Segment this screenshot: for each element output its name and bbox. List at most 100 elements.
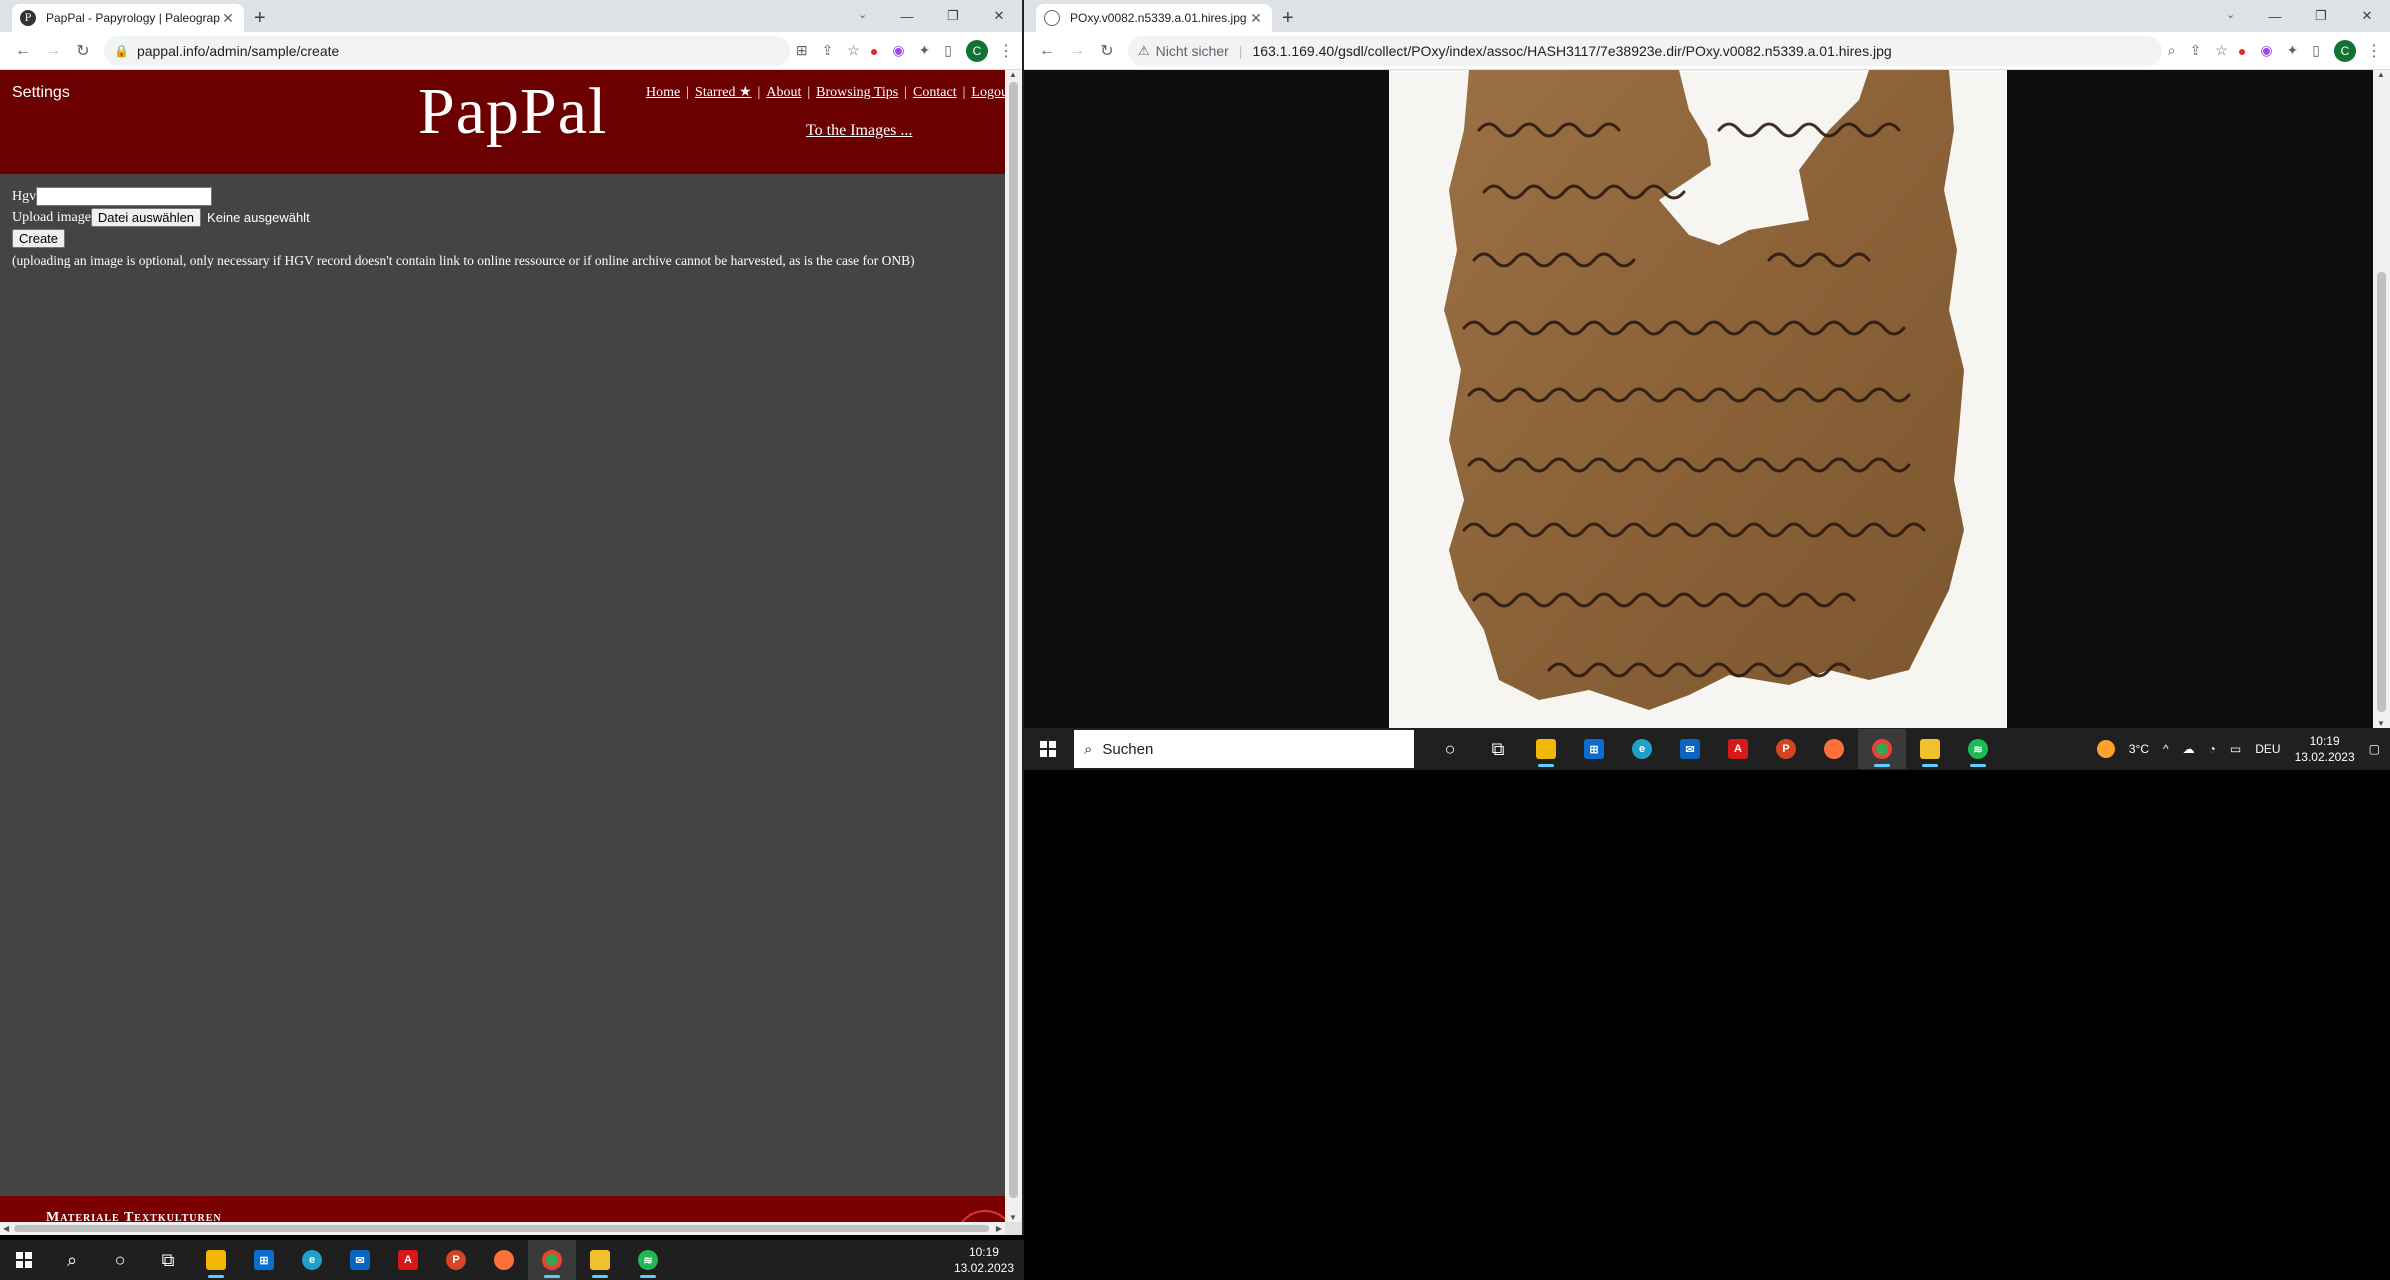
firefox-icon[interactable] (1810, 729, 1858, 769)
tab-search-chevron-icon[interactable]: ⌄ (2226, 8, 2235, 21)
share-icon[interactable]: ⇪ (2190, 42, 2202, 59)
acrobat-icon[interactable]: A (384, 1240, 432, 1280)
menu-kebab-icon[interactable]: ⋮ (998, 41, 1014, 61)
settings-link[interactable]: Settings (12, 84, 70, 102)
start-button[interactable] (1024, 729, 1072, 769)
warning-icon[interactable]: ⚠ (1138, 43, 1150, 59)
restore-icon[interactable]: ❐ (930, 8, 976, 24)
powerpoint-icon[interactable]: P (1762, 729, 1810, 769)
nav-contact[interactable]: Contact (913, 85, 957, 100)
bookmark-star-icon[interactable]: ☆ (2215, 42, 2228, 59)
start-button[interactable] (0, 1240, 48, 1280)
side-panel-icon[interactable]: ▯ (2312, 42, 2320, 59)
tab-image[interactable]: POxy.v0082.n5339.a.01.hires.jpg ✕ (1036, 4, 1272, 32)
nav-logout[interactable]: Logou (971, 85, 1005, 100)
minimize-icon[interactable]: — (884, 9, 930, 24)
language-indicator[interactable]: DEU (2255, 742, 2280, 756)
restore-icon[interactable]: ❐ (2298, 8, 2344, 24)
vertical-scrollbar[interactable]: ▲ ▼ (2373, 70, 2390, 728)
address-bar[interactable]: ⚠ Nicht sicher | 163.1.169.40/gsdl/colle… (1128, 35, 2162, 66)
to-the-images-link[interactable]: To the Images ... (806, 122, 912, 140)
nav-browsing-tips[interactable]: Browsing Tips (816, 85, 898, 100)
cortana-icon[interactable]: ○ (96, 1240, 144, 1280)
task-view-icon[interactable]: ⧉ (1474, 729, 1522, 769)
clock[interactable]: 10:19 13.02.2023 (954, 1244, 1014, 1276)
close-tab-icon[interactable]: ✕ (220, 10, 236, 27)
nav-home[interactable]: Home (646, 85, 680, 100)
site-logo[interactable]: PapPal (418, 74, 607, 150)
forward-arrow-icon[interactable]: → (38, 42, 68, 60)
scroll-up-arrow-icon[interactable]: ▲ (2377, 70, 2385, 79)
new-tab-button[interactable]: + (254, 4, 266, 32)
cortana-icon[interactable]: ○ (1426, 729, 1474, 769)
hgv-input[interactable] (36, 187, 213, 206)
close-window-icon[interactable]: ✕ (976, 8, 1022, 24)
nav-starred[interactable]: Starred ★ (695, 85, 751, 100)
nav-about[interactable]: About (766, 85, 801, 100)
network-icon[interactable]: ◔ (2209, 742, 2216, 756)
minimize-icon[interactable]: — (2252, 9, 2298, 24)
battery-icon[interactable]: ▭ (2230, 742, 2241, 756)
tab-search-chevron-icon[interactable]: ⌄ (858, 8, 867, 21)
firefox-icon[interactable] (480, 1240, 528, 1280)
acrobat-icon[interactable]: A (1714, 729, 1762, 769)
reload-icon[interactable]: ↻ (1092, 41, 1122, 61)
papyrus-image[interactable] (1389, 70, 2007, 728)
reload-icon[interactable]: ↻ (68, 41, 98, 61)
file-explorer-icon[interactable] (192, 1240, 240, 1280)
back-arrow-icon[interactable]: ← (1032, 42, 1062, 60)
spotify-icon[interactable]: ≋ (1954, 729, 2002, 769)
mail-icon[interactable]: ✉ (336, 1240, 384, 1280)
scroll-up-arrow-icon[interactable]: ▲ (1009, 70, 1017, 79)
clock[interactable]: 10:19 13.02.2023 (2295, 733, 2355, 765)
create-button[interactable]: Create (12, 229, 66, 248)
onedrive-icon[interactable]: ☁ (2183, 742, 2195, 756)
extension-red-icon[interactable]: ● (870, 43, 878, 59)
file-explorer-icon[interactable] (1522, 729, 1570, 769)
chrome-icon[interactable] (528, 1240, 576, 1280)
store-icon[interactable]: ⊞ (1570, 729, 1618, 769)
not-secure-label[interactable]: Nicht sicher (1156, 43, 1229, 59)
file-manager-icon[interactable] (576, 1240, 624, 1280)
extension-red-icon[interactable]: ● (2238, 43, 2246, 59)
chrome-icon[interactable] (1858, 729, 1906, 769)
taskbar-search[interactable]: ⌕ Suchen (1074, 730, 1414, 768)
extensions-puzzle-icon[interactable]: ✦ (919, 42, 931, 59)
extension-purple-icon[interactable]: ◉ (892, 42, 904, 59)
translate-icon[interactable]: ⊞ (796, 42, 808, 59)
scroll-down-arrow-icon[interactable]: ▼ (1009, 1213, 1017, 1222)
edge-icon[interactable]: e (288, 1240, 336, 1280)
scroll-left-arrow-icon[interactable]: ◀ (3, 1224, 9, 1233)
bookmark-star-icon[interactable]: ☆ (847, 42, 860, 59)
choose-file-button[interactable]: Datei auswählen (90, 208, 202, 227)
scrollbar-thumb[interactable] (1009, 82, 1018, 1198)
scrollbar-thumb[interactable] (14, 1225, 989, 1232)
task-view-icon[interactable]: ⧉ (144, 1240, 192, 1280)
side-panel-icon[interactable]: ▯ (944, 42, 952, 59)
new-tab-button[interactable]: + (1282, 4, 1294, 32)
scroll-down-arrow-icon[interactable]: ▼ (2377, 719, 2385, 728)
edge-icon[interactable]: e (1618, 729, 1666, 769)
menu-kebab-icon[interactable]: ⋮ (2366, 41, 2382, 61)
file-manager-icon[interactable] (1906, 729, 1954, 769)
lock-icon[interactable]: 🔒 (114, 44, 129, 58)
zoom-icon[interactable]: ⌕ (2168, 42, 2176, 59)
extension-purple-icon[interactable]: ◉ (2260, 42, 2272, 59)
notification-icon[interactable]: ▢ (2369, 742, 2380, 756)
close-window-icon[interactable]: ✕ (2344, 8, 2390, 24)
forward-arrow-icon[interactable]: → (1062, 42, 1092, 60)
back-arrow-icon[interactable]: ← (8, 42, 38, 60)
tab-pappal[interactable]: P PapPal - Papyrology | Paleograph ✕ (12, 4, 244, 32)
scrollbar-thumb[interactable] (2377, 272, 2386, 712)
weather-icon[interactable] (2096, 740, 2115, 758)
profile-avatar[interactable]: C (966, 39, 988, 62)
scroll-right-arrow-icon[interactable]: ▶ (996, 1224, 1002, 1233)
close-tab-icon[interactable]: ✕ (1248, 10, 1264, 27)
tray-chevron-icon[interactable]: ^ (2163, 742, 2169, 756)
share-icon[interactable]: ⇪ (822, 42, 834, 59)
store-icon[interactable]: ⊞ (240, 1240, 288, 1280)
search-icon[interactable]: ⌕ (48, 1240, 96, 1280)
vertical-scrollbar[interactable]: ▲ ▼ (1005, 70, 1022, 1222)
extensions-puzzle-icon[interactable]: ✦ (2287, 42, 2299, 59)
mail-icon[interactable]: ✉ (1666, 729, 1714, 769)
